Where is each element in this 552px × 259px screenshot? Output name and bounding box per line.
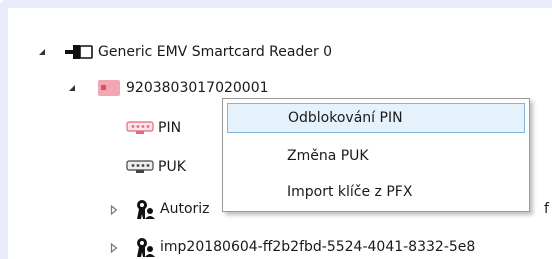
- card-reader-icon: [62, 43, 98, 61]
- tree-node-puk[interactable]: PUK: [122, 156, 186, 178]
- menu-item-change-puk-label: Změna PUK: [287, 148, 369, 164]
- expand-card-chevron-icon[interactable]: [66, 82, 78, 94]
- tree-node-cert1-label: Autoriz: [160, 201, 210, 217]
- menu-item-import-pfx-key-label: Import klíče z PFX: [287, 184, 413, 200]
- key-person-icon: [130, 236, 160, 258]
- menu-item-import-pfx-key[interactable]: Import klíče z PFX: [227, 177, 525, 207]
- tree-node-puk-label: PUK: [158, 159, 186, 175]
- key-person-icon: [130, 198, 160, 220]
- expand-reader-chevron-icon[interactable]: [36, 46, 48, 58]
- pin-keypad-icon: [122, 121, 158, 135]
- context-menu: Odblokování PIN Změna PUK Import klíče z…: [222, 98, 530, 212]
- puk-keypad-icon: [122, 160, 158, 174]
- tree-node-card-label: 9203803017020001: [126, 80, 269, 96]
- tree-node-reader-label: Generic EMV Smartcard Reader 0: [98, 44, 333, 60]
- tree-node-reader[interactable]: Generic EMV Smartcard Reader 0: [62, 41, 332, 63]
- tree-node-cert2[interactable]: imp20180604-ff2b2fbd-5524-4041-8332-5e8: [130, 236, 475, 258]
- tree-node-cert1-label-tail: f: [544, 201, 549, 217]
- menu-item-unblock-pin-label: Odblokování PIN: [288, 110, 403, 126]
- tree-node-cert2-label: imp20180604-ff2b2fbd-5524-4041-8332-5e8: [160, 239, 476, 255]
- menu-item-change-puk[interactable]: Změna PUK: [227, 141, 525, 171]
- tree-node-card[interactable]: 9203803017020001: [92, 77, 269, 99]
- tree-node-pin-label: PIN: [158, 120, 182, 136]
- expand-cert2-chevron-icon[interactable]: [108, 242, 120, 254]
- tree-node-cert1[interactable]: Autoriz: [130, 198, 210, 220]
- menu-item-unblock-pin[interactable]: Odblokování PIN: [227, 103, 525, 133]
- expand-cert1-chevron-icon[interactable]: [108, 204, 120, 216]
- smartcard-icon: [92, 80, 126, 96]
- tree-node-pin[interactable]: PIN: [122, 117, 181, 139]
